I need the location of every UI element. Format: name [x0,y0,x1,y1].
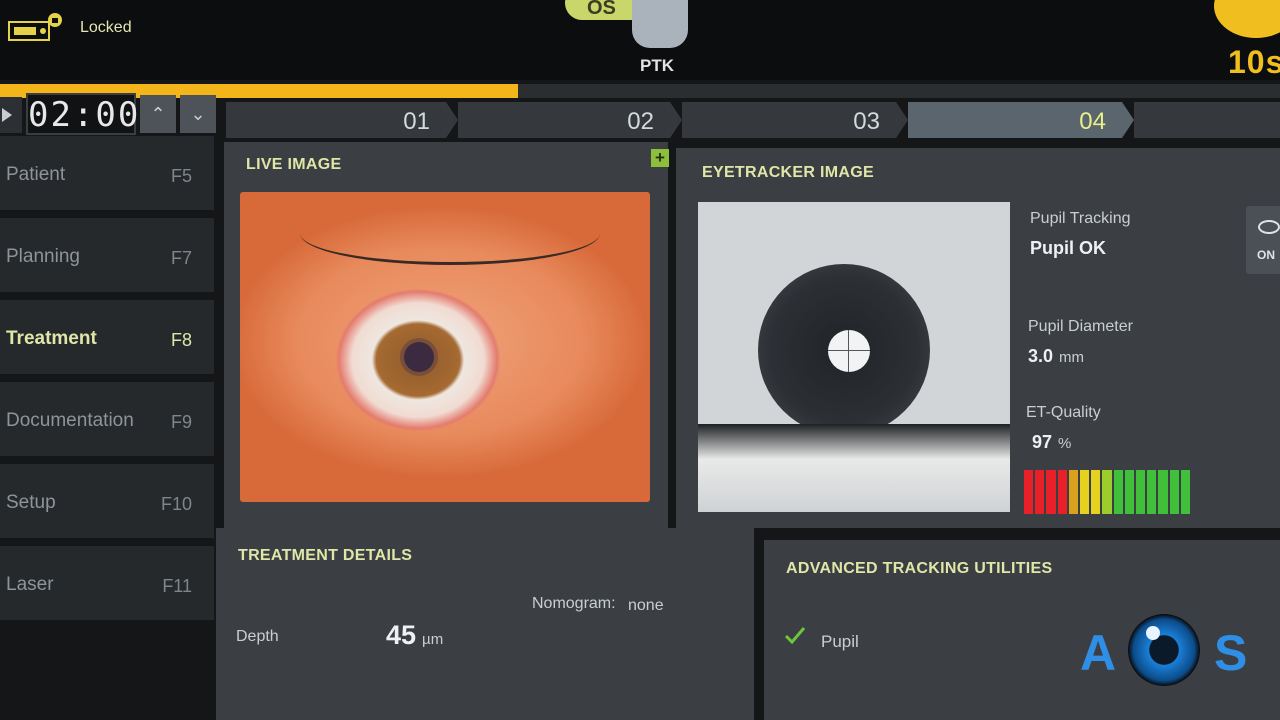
step-04[interactable]: 04 [908,102,1122,138]
timer-down-button[interactable]: ⌄ [180,95,216,133]
step-indicator: 01 02 03 04 [226,102,1280,138]
depth-unit: µm [422,631,444,648]
step-number: 03 [853,108,880,135]
timer-up-button[interactable]: ⌃ [140,95,176,133]
sidebar-item-shortcut: F7 [170,248,192,268]
logo-letter-a: A [1080,625,1117,681]
eyelash-speculum [300,202,600,265]
quality-segment [1080,470,1090,514]
quality-segment [1180,470,1191,514]
sidebar-item-label: Treatment [6,328,97,349]
nomogram-value: none [628,597,664,614]
sidebar-item-label: Patient [6,164,66,185]
sidebar-item-laser[interactable]: Laser F11 [0,546,214,624]
pupil-diameter-value: 3.0 [1028,346,1054,366]
sidebar-item-label: Setup [6,492,56,513]
quality-segment [1147,470,1157,514]
check-icon[interactable] [784,624,806,646]
treatment-mode-label: PTK [640,56,674,75]
quality-segment [1102,470,1112,514]
pupil-diameter-readout: 3.0 mm [1028,346,1084,367]
treatment-details-panel: TREATMENT DETAILS Nomogram: none Depth 4… [216,528,754,720]
quality-segment [1113,470,1123,514]
et-quality-value: 97 [1032,432,1053,452]
quality-segment [1124,470,1135,514]
depth-readout: 45 µm [386,620,443,651]
step-separator [446,102,458,138]
advanced-tracking-title: ADVANCED TRACKING UTILITIES [786,560,1053,577]
sidebar-item-label: Laser [6,574,54,595]
sidebar-item-shortcut: F8 [170,330,192,350]
lock-status-label: Locked [80,19,132,36]
lower-lid-region [698,424,1010,512]
eyetracker-toggle-state: ON [1257,248,1275,262]
step-number: 04 [1079,108,1106,135]
logo-eye-icon [1128,614,1200,686]
pupil-tracking-value: Pupil OK [1030,238,1106,258]
quality-segment [1136,470,1146,514]
sidebar-item-planning[interactable]: Planning F7 [0,218,214,296]
sidebar-item-shortcut: F9 [170,412,192,432]
sidebar-item-label: Planning [6,246,80,267]
step-03[interactable]: 03 [682,102,896,138]
sidebar-item-shortcut: F10 [160,494,192,514]
depth-label: Depth [236,628,279,645]
quality-segment [1046,470,1056,514]
play-icon[interactable] [0,97,22,133]
quality-segment [1057,470,1067,514]
timer-display: 02:00 [26,93,141,135]
pupil-option-label: Pupil [821,632,859,651]
step-separator [896,102,908,138]
sidebar-item-patient[interactable]: Patient F5 [0,136,214,214]
et-quality-unit: % [1058,435,1072,452]
sidebar-item-treatment[interactable]: Treatment F8 [0,300,214,378]
sidebar-item-label: Documentation [6,410,134,431]
ptk-mode-icon[interactable] [632,0,688,48]
step-separator [1122,102,1134,138]
live-image-title: LIVE IMAGE [246,156,342,173]
quality-segment [1035,470,1045,514]
quality-segment [1024,470,1034,514]
quality-segment [1068,470,1079,514]
eye-selector-label: OS [587,0,616,19]
live-eye-image [240,192,650,502]
eye-icon [1258,220,1280,234]
logo-letter-s: S [1214,625,1248,681]
quality-segment [1091,470,1101,514]
sidebar-item-setup[interactable]: Setup F10 [0,464,214,542]
eyetracker-title: EYETRACKER IMAGE [702,164,874,181]
live-pupil [404,342,434,372]
treatment-details-title: TREATMENT DETAILS [238,547,413,564]
pupil-tracking-label: Pupil Tracking [1030,210,1131,227]
pupil-crosshair-icon [828,330,870,372]
aos-logo: A S [1080,612,1250,692]
step-02[interactable]: 02 [458,102,670,138]
pupil-diameter-unit: mm [1059,349,1085,366]
logo-glint [1146,626,1160,640]
nomogram-label: Nomogram: [532,595,616,612]
step-placeholder [1134,102,1280,138]
laser-timer-value: 10s [1228,44,1280,80]
add-button[interactable]: + [651,149,669,167]
et-quality-label: ET-Quality [1026,404,1101,421]
pupil-diameter-label: Pupil Diameter [1028,318,1133,335]
sidebar-item-documentation[interactable]: Documentation F9 [0,382,214,460]
eyetracker-toggle-button[interactable]: ON [1246,206,1280,274]
et-quality-meter [1024,470,1191,514]
step-number: 01 [403,108,430,135]
locked-bed-icon[interactable] [8,12,62,42]
sidebar-item-shortcut: F5 [170,166,192,186]
step-01[interactable]: 01 [226,102,446,138]
top-bar: Locked OS PTK 10s [0,0,1280,80]
step-number: 02 [627,108,654,135]
step-separator [670,102,682,138]
quality-segment [1169,470,1179,514]
quality-segment [1158,470,1168,514]
eyetracker-image [698,202,1010,512]
sidebar-item-shortcut: F11 [162,576,192,596]
laser-warning-icon [1214,0,1280,38]
depth-value: 45 [386,620,417,650]
et-quality-readout: 97% [1032,432,1071,453]
